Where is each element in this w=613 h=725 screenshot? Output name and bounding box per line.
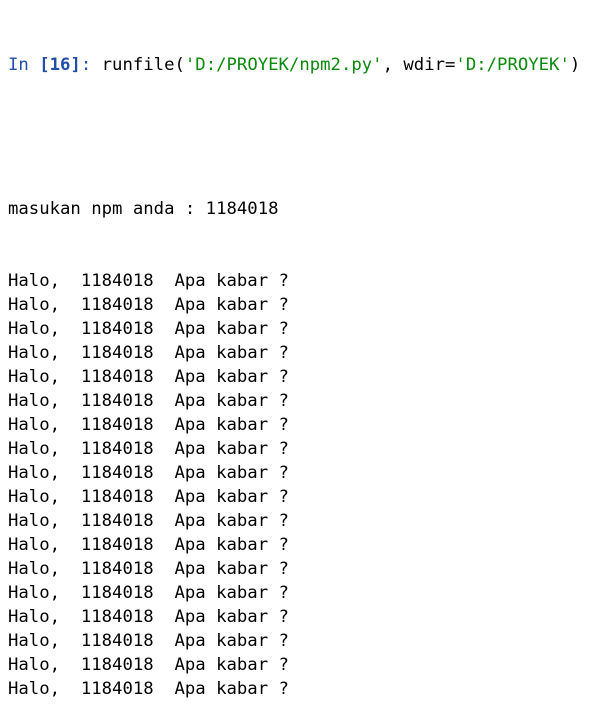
command-sep: , wdir=	[382, 55, 456, 75]
output-line: Halo, 1184018 Apa kabar ?	[8, 487, 289, 507]
output-line: Halo, 1184018 Apa kabar ?	[8, 535, 289, 555]
input-prompt-line: In [16]: runfile('D:/PROYEK/npm2.py', wd…	[8, 53, 580, 77]
in-label: In	[8, 55, 40, 75]
command-func: runfile(	[101, 55, 185, 75]
output-line: Halo, 1184018 Apa kabar ?	[8, 271, 289, 291]
output-line: Halo, 1184018 Apa kabar ?	[8, 343, 289, 363]
output-line: Halo, 1184018 Apa kabar ?	[8, 583, 289, 603]
cell-number: [16]	[39, 55, 81, 75]
output-line: Halo, 1184018 Apa kabar ?	[8, 631, 289, 651]
output-line: Halo, 1184018 Apa kabar ?	[8, 511, 289, 531]
output-line: Halo, 1184018 Apa kabar ?	[8, 367, 289, 387]
output-lines: Halo, 1184018 Apa kabar ? Halo, 1184018 A…	[8, 269, 580, 701]
output-line: Halo, 1184018 Apa kabar ?	[8, 295, 289, 315]
output-line: Halo, 1184018 Apa kabar ?	[8, 655, 289, 675]
output-line: Halo, 1184018 Apa kabar ?	[8, 415, 289, 435]
output-line: Halo, 1184018 Apa kabar ?	[8, 463, 289, 483]
prompt-suffix: :	[80, 55, 102, 75]
output-line: Halo, 1184018 Apa kabar ?	[8, 607, 289, 627]
command-arg-file: 'D:/PROYEK/npm2.py'	[184, 55, 383, 75]
input-echo-line: masukan npm anda : 1184018	[8, 199, 279, 219]
output-line: Halo, 1184018 Apa kabar ?	[8, 559, 289, 579]
output-line: Halo, 1184018 Apa kabar ?	[8, 319, 289, 339]
command-close: )	[569, 55, 581, 75]
command-arg-wdir: 'D:/PROYEK'	[455, 55, 570, 75]
ipython-console: In [16]: runfile('D:/PROYEK/npm2.py', wd…	[8, 5, 580, 725]
output-line: Halo, 1184018 Apa kabar ?	[8, 391, 289, 411]
output-line: Halo, 1184018 Apa kabar ?	[8, 679, 289, 699]
output-line: Halo, 1184018 Apa kabar ?	[8, 439, 289, 459]
